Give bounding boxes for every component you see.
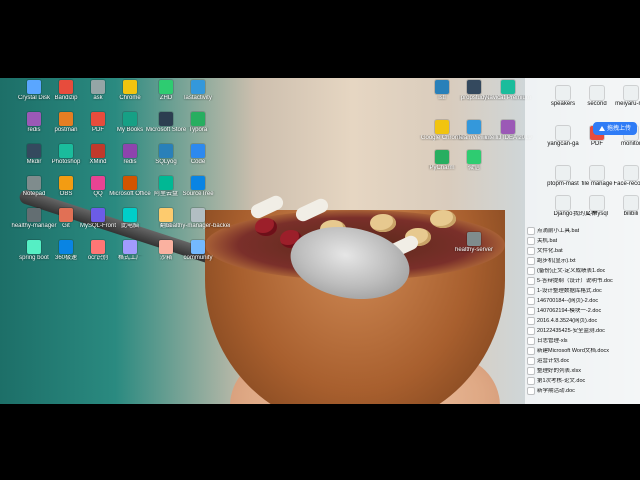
desktop-icon-label: bilibili	[623, 211, 639, 217]
file-name: 文件化.bat	[537, 247, 563, 254]
file-name: 第1次考核-论文.doc	[537, 377, 586, 384]
file-list-item[interactable]: 1-设计整理数据库格式.doc	[528, 286, 638, 295]
desktop-icon[interactable]: meiyaru-ma	[599, 86, 640, 124]
file-name: 146700184--(网页)-2.doc	[537, 297, 599, 304]
file-list-item[interactable]: 关机.bat	[528, 236, 638, 245]
desktop-icon-label: Typora	[188, 127, 208, 133]
desktop-icon-label: 微信	[467, 165, 480, 171]
file-icon	[528, 357, 534, 364]
file-icon	[528, 337, 534, 344]
file-list-item[interactable]: 2016.4.8.3524(网页).doc	[528, 316, 638, 325]
file-icon	[528, 307, 534, 314]
file-list-item[interactable]: 跑步机(显示).txt	[528, 256, 638, 265]
file-name: 新学期活动.doc	[537, 387, 575, 394]
upload-arrow-icon	[598, 126, 605, 131]
file-list-item[interactable]: 日志管理-xls	[528, 336, 638, 345]
file-name: 20122435425-安全监测.doc	[537, 327, 605, 334]
drag-upload-button[interactable]: 拖拽上传	[593, 122, 637, 135]
file-icon	[528, 317, 534, 324]
desktop-icon-label: lastactivity	[184, 95, 212, 101]
file-name: 1407062194-模块一-2.doc	[537, 307, 602, 314]
file-icon	[528, 267, 534, 274]
desktop-icon-label: monitor	[620, 141, 640, 147]
berry-image	[255, 218, 277, 236]
file-list-item[interactable]: 新建Microsoft Word文档.docx	[528, 346, 638, 355]
file-name: 新建Microsoft Word文档.docx	[537, 347, 610, 354]
app-icon	[624, 196, 638, 210]
file-list-item[interactable]: 5-答辩提纲（设计）说明书.doc	[528, 276, 638, 285]
file-icon	[528, 297, 534, 304]
file-name: 关机.bat	[537, 237, 558, 244]
cashew-image	[430, 210, 456, 228]
desktop-icon[interactable]: healthy-server	[442, 232, 506, 270]
app-icon	[467, 80, 481, 94]
file-list-item[interactable]: 146700184--(网页)-2.doc	[528, 296, 638, 305]
desktop-icon[interactable]: propstudy	[442, 80, 506, 118]
desktop-icon-label: meiyaru-ma	[615, 101, 640, 107]
file-icon	[528, 327, 534, 334]
file-icon	[528, 287, 534, 294]
desktop-icon-label: community	[183, 255, 213, 261]
app-icon	[624, 86, 638, 100]
file-name: 5-答辩提纲（设计）说明书.doc	[537, 277, 613, 284]
file-name: 点滴前小工具.bat	[537, 227, 580, 234]
app-icon	[467, 150, 481, 164]
file-icon	[528, 367, 534, 374]
desktop-icon[interactable]: community	[166, 240, 230, 278]
desktop-icon-label: propstudy	[460, 95, 488, 101]
file-icon	[528, 277, 534, 284]
file-name: 2016.4.8.3524(网页).doc	[537, 317, 598, 324]
file-icon	[528, 347, 534, 354]
desktop-icon-label: healthy-server	[454, 247, 493, 253]
app-icon	[467, 232, 481, 246]
file-name: 整理好的列表.xlsx	[537, 367, 582, 374]
desktop-icon-label: Face-recogni	[613, 181, 640, 187]
file-name: 日志管理-xls	[537, 337, 568, 344]
app-icon	[191, 176, 205, 190]
desktop-icon[interactable]: 微信	[442, 150, 506, 188]
file-icon	[528, 247, 534, 254]
file-icon	[528, 227, 534, 234]
file-name: (备份)正文-定义成绩表1.doc	[537, 267, 606, 274]
file-list-item[interactable]: 新学期活动.doc	[528, 386, 638, 395]
app-icon	[191, 80, 205, 94]
file-list-item[interactable]: 文件化.bat	[528, 246, 638, 255]
app-icon	[191, 112, 205, 126]
file-icon	[528, 387, 534, 394]
file-list-item[interactable]: 1407062194-模块一-2.doc	[528, 306, 638, 315]
file-list-item[interactable]: 第1次考核-论文.doc	[528, 376, 638, 385]
file-icon	[528, 257, 534, 264]
file-icon	[528, 237, 534, 244]
file-list-item[interactable]: 整理好的列表.xlsx	[528, 366, 638, 375]
file-list-item[interactable]: 点滴前小工具.bat	[528, 226, 638, 235]
desktop-icon-label: SourceTree	[182, 191, 214, 197]
app-icon	[624, 166, 638, 180]
cashew-image	[370, 214, 396, 232]
file-name: 跑步机(显示).txt	[537, 257, 576, 264]
desktop-icon-label: healthy-manager-backend	[166, 223, 230, 229]
app-icon	[191, 240, 205, 254]
file-icon	[528, 377, 534, 384]
file-list-item[interactable]: 20122435425-安全监测.doc	[528, 326, 638, 335]
my-files-label: 我的文件	[572, 211, 597, 217]
file-name: 运营计划.doc	[537, 357, 570, 364]
desktop-icon-label: Code	[190, 159, 206, 165]
app-icon	[191, 144, 205, 158]
file-list: 点滴前小工具.bat 关机.bat 文件化.bat 跑步机(显示).txt (备份)正文…	[528, 226, 638, 404]
app-icon	[191, 208, 205, 222]
drag-upload-label: 拖拽上传	[606, 125, 631, 132]
file-list-item[interactable]: 运营计划.doc	[528, 356, 638, 365]
file-list-item[interactable]: (备份)正文-定义成绩表1.doc	[528, 266, 638, 275]
file-name: 1-设计整理数据库格式.doc	[537, 287, 602, 294]
app-icon	[501, 120, 515, 134]
